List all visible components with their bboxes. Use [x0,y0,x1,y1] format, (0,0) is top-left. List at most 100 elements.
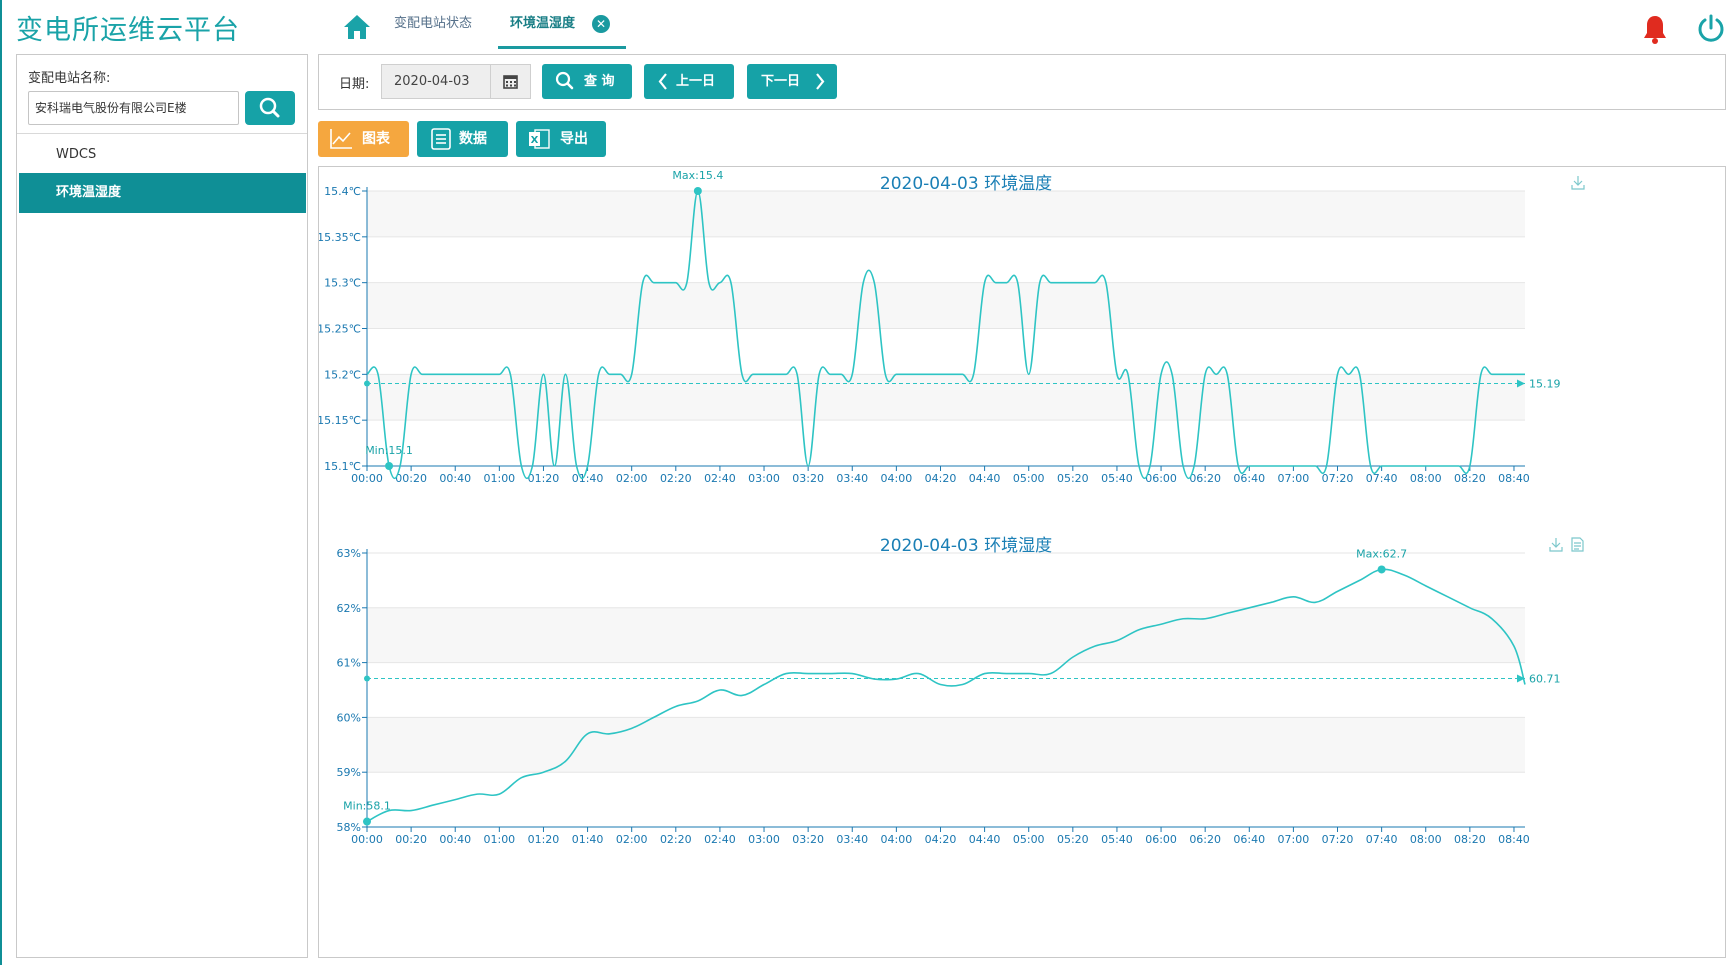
sidebar-item-env-temp-humidity[interactable]: 环境温湿度 [19,173,306,213]
average-label: 15.19 [1529,378,1561,391]
line-chart-icon [330,129,352,149]
x-tick-label: 05:20 [1057,833,1089,846]
y-tick-label: 15.15℃ [319,414,361,427]
chevron-right-icon [816,73,825,90]
station-search-button[interactable] [245,91,295,125]
chart-view-label: 图表 [362,131,390,147]
data-view-button[interactable]: 数据 [417,121,508,157]
close-icon[interactable]: ✕ [592,15,610,33]
home-icon[interactable] [342,12,372,42]
y-tick-label: 15.2℃ [324,368,361,381]
x-tick-label: 03:20 [792,472,824,485]
download-icon [1549,538,1563,552]
bell-icon[interactable] [1642,14,1668,44]
x-tick-label: 02:00 [616,472,648,485]
x-tick-label: 03:00 [748,472,780,485]
chart-panel: 2020-04-03 环境温度 15.1℃ 15.15℃ 15.2℃ 15.25℃ 15.… [318,166,1726,958]
date-label: 日期: [339,77,370,92]
x-tick-label: 01:00 [483,833,515,846]
date-input[interactable]: 2020-04-03 [381,64,491,99]
list-icon [431,128,451,150]
x-tick-label: 02:00 [616,833,648,846]
max-label: Max:15.4 [672,169,723,182]
max-label: Max:62.7 [1356,547,1407,560]
x-tick-label: 07:00 [1278,472,1310,485]
x-tick-label: 02:20 [660,833,692,846]
calendar-button[interactable] [491,64,531,99]
query-button[interactable]: 查 询 [542,64,632,99]
x-tick-label: 07:00 [1278,833,1310,846]
data-view-icon [1571,537,1584,552]
average-start-point [364,380,370,387]
x-tick-label: 02:40 [704,833,736,846]
x-tick-label: 06:00 [1145,833,1177,846]
x-tick-label: 00:00 [351,472,383,485]
average-label: 60.71 [1529,672,1561,685]
x-tick-label: 08:40 [1498,472,1530,485]
x-tick-label: 07:40 [1366,472,1398,485]
x-tick-label: 00:00 [351,833,383,846]
query-label: 查 询 [584,74,615,89]
x-tick-label: 05:00 [1013,472,1045,485]
x-tick-label: 08:00 [1410,833,1442,846]
grid-band [367,607,1525,663]
sidebar-item-label: WDCS [56,147,97,162]
station-name-input[interactable]: 安科瑞电气股份有限公司E楼 [28,91,239,125]
excel-icon: X [529,129,550,149]
x-tick-label: 08:20 [1454,472,1486,485]
y-tick-label: 15.25℃ [319,323,361,336]
x-tick-label: 02:20 [660,472,692,485]
power-icon[interactable] [1696,13,1726,43]
y-tick-label: 63% [337,547,361,560]
svg-text:X: X [531,135,539,146]
chart-view-button[interactable]: 图表 [318,121,409,157]
x-tick-label: 04:20 [925,833,957,846]
x-tick-label: 08:00 [1410,472,1442,485]
tab-label: 环境温湿度 [510,16,576,31]
y-tick-label: 62% [337,602,361,615]
grid-band [367,282,1525,329]
x-tick-label: 03:40 [836,472,868,485]
sidebar-item-wdcs[interactable]: WDCS [19,135,306,175]
x-tick-label: 04:00 [881,472,913,485]
x-tick-label: 05:20 [1057,472,1089,485]
export-button[interactable]: X 导出 [516,121,606,157]
x-tick-label: 03:40 [836,833,868,846]
search-icon [555,71,574,90]
sidebar-item-label: 环境温湿度 [56,185,122,200]
chevron-left-icon [658,73,667,90]
x-tick-label: 07:20 [1322,472,1354,485]
x-tick-label: 05:40 [1101,833,1133,846]
calendar-icon [503,75,518,89]
download-icon [1571,176,1585,190]
average-start-point [364,675,370,682]
next-day-label: 下一日 [761,74,801,89]
x-tick-label: 05:00 [1013,833,1045,846]
x-tick-label: 08:20 [1454,833,1486,846]
station-name-label: 变配电站名称: [28,71,111,86]
grid-band [367,191,1525,237]
y-tick-label: 60% [337,711,361,724]
x-tick-label: 04:00 [881,833,913,846]
min-label: Min:15.1 [365,444,413,457]
x-tick-label: 01:40 [572,472,604,485]
x-tick-label: 05:40 [1101,472,1133,485]
x-tick-label: 04:40 [969,472,1001,485]
prev-day-button[interactable]: 上一日 [644,64,734,99]
export-label: 导出 [560,131,588,147]
search-icon [259,97,280,118]
x-tick-label: 01:40 [572,833,604,846]
tab-env-temp-humidity[interactable]: 环境温湿度 ✕ [498,14,626,49]
x-tick-label: 00:40 [439,472,471,485]
max-point [693,187,702,195]
x-tick-label: 00:20 [395,833,427,846]
x-tick-label: 08:40 [1498,833,1530,846]
next-day-button[interactable]: 下一日 [747,64,837,99]
x-tick-label: 06:20 [1189,472,1221,485]
sidebar-divider [17,133,307,134]
tab-substation-status[interactable]: 变配电站状态 [394,14,472,48]
x-tick-label: 04:40 [969,833,1001,846]
min-label: Min:58.1 [343,800,391,813]
app-root: 变电所运维云平台 变配电站状态 环境温湿度 ✕ 变配电站名称: 安科瑞电气股份有… [0,0,1731,965]
x-tick-label: 04:20 [925,472,957,485]
